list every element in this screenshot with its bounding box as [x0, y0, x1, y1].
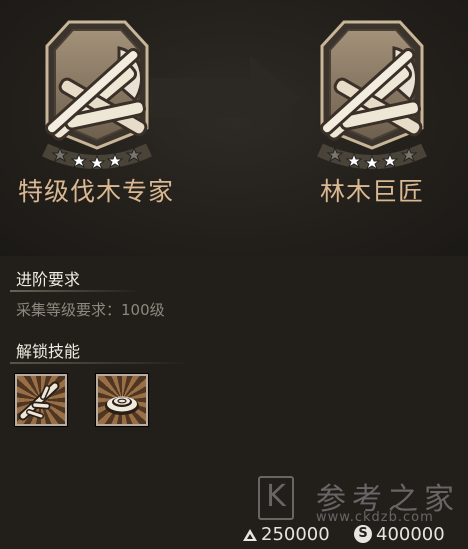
unlock-skills-title: 解锁技能: [16, 342, 81, 361]
level-requirement-text: 采集等级要求：100级: [16, 301, 165, 319]
currency-amount-2: 400000: [376, 524, 445, 545]
requirements-title: 进阶要求: [16, 270, 81, 289]
currency-amount-1: 250000: [261, 524, 330, 545]
watermark-url: www.ckdzb.com: [316, 510, 434, 525]
skill-slot-stump[interactable]: [96, 374, 148, 426]
watermark-logo: K: [258, 476, 294, 520]
triangle-currency-icon: [243, 529, 257, 541]
stump-skill-icon: [105, 396, 139, 415]
section-divider: [10, 362, 190, 364]
skill-slot-branch[interactable]: [15, 374, 67, 426]
lumberjack-rank-badge-icon: [42, 20, 152, 171]
section-divider: [10, 290, 140, 292]
rank-upgrade-panel: 特级伐木专家 林木巨匠: [0, 0, 468, 256]
current-rank-name: 特级伐木专家: [17, 177, 174, 206]
branch-skill-icon: [18, 381, 60, 421]
site-watermark: K 参考之家 www.ckdzb.com: [258, 474, 463, 526]
requirements-panel: 进阶要求 采集等级要求：100级 解锁技能 K 参考之家 www.ckdzb.c…: [0, 256, 468, 549]
upgrade-arrow-icon: [150, 56, 300, 140]
next-rank-name: 林木巨匠: [319, 177, 424, 206]
s-coin-icon: S: [354, 525, 372, 543]
master-lumberjack-rank-badge-icon: [317, 20, 427, 171]
